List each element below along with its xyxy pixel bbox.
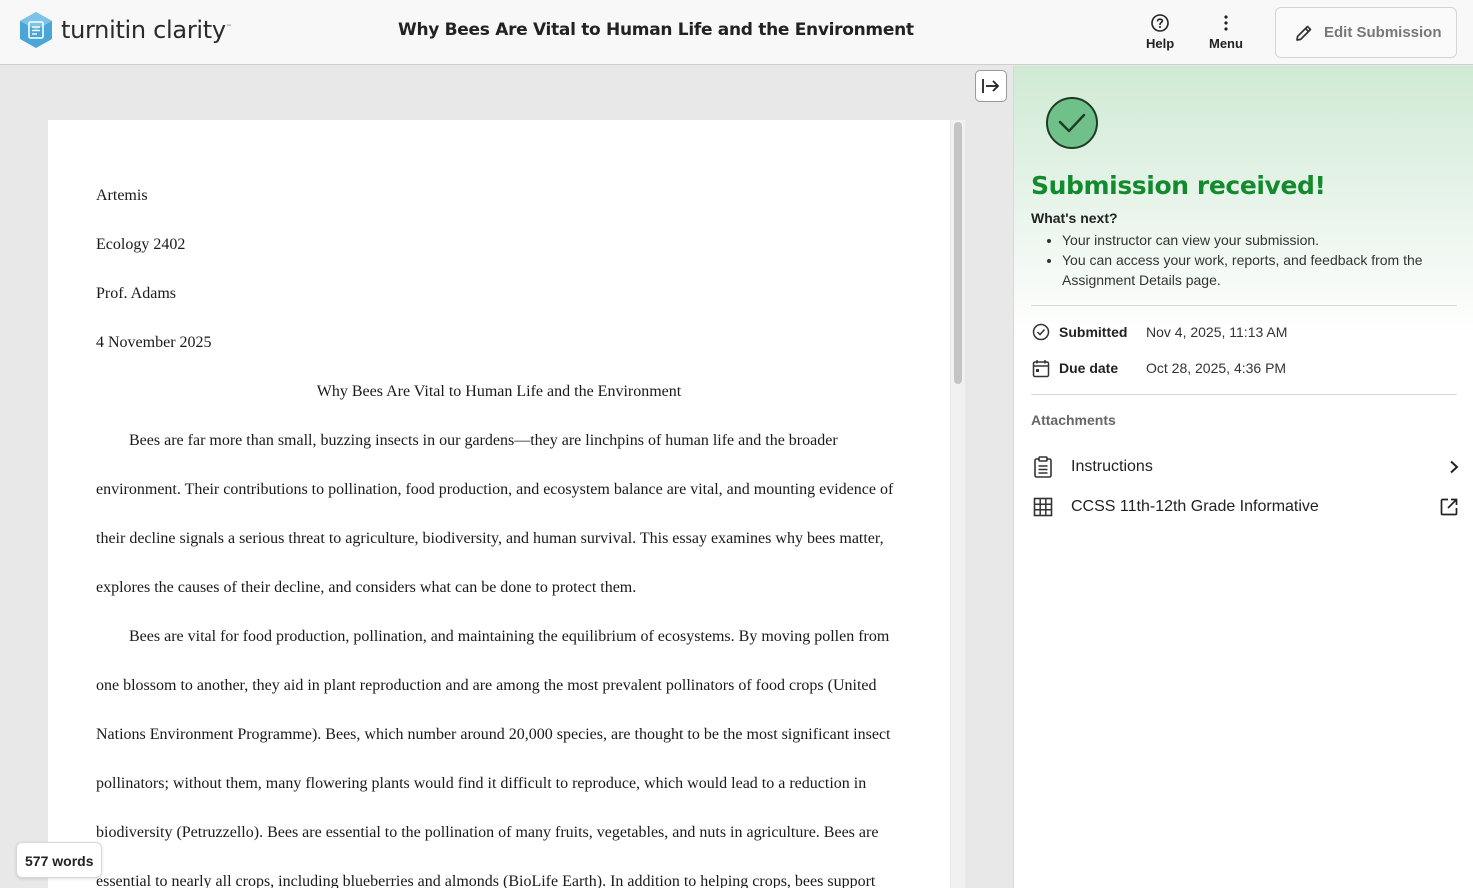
essay-paragraph: Bees are vital for food production, poll… bbox=[96, 628, 891, 888]
check-circle-icon bbox=[1046, 97, 1098, 149]
author-name: Artemis bbox=[96, 187, 148, 204]
collapse-panel-button[interactable] bbox=[975, 70, 1007, 102]
top-bar: turnitin clarity™ Why Bees Are Vital to … bbox=[0, 0, 1473, 65]
attachment-instructions[interactable]: Instructions bbox=[1031, 452, 1459, 482]
attachment-label: Instructions bbox=[1071, 458, 1153, 475]
divider bbox=[1031, 394, 1457, 395]
arrow-to-right-bar-icon bbox=[982, 79, 1000, 93]
attachment-rubric[interactable]: CCSS 11th-12th Grade Informative bbox=[1031, 492, 1459, 522]
calendar-icon bbox=[1031, 358, 1051, 378]
divider bbox=[1031, 305, 1457, 306]
help-button[interactable]: Help bbox=[1146, 12, 1174, 51]
edit-submission-button[interactable]: Edit Submission bbox=[1275, 7, 1457, 58]
due-date-label: Due date bbox=[1059, 360, 1119, 376]
more-vertical-icon bbox=[1223, 12, 1229, 34]
next-steps-list: Your instructor can view your submission… bbox=[1062, 230, 1462, 290]
grid-icon bbox=[1031, 495, 1055, 519]
submitted-value: Nov 4, 2025, 11:13 AM bbox=[1146, 324, 1288, 340]
external-link-icon[interactable] bbox=[1437, 497, 1459, 517]
list-item: Your instructor can view your submission… bbox=[1062, 230, 1462, 250]
course-name: Ecology 2402 bbox=[96, 236, 186, 253]
scrollbar-thumb[interactable] bbox=[954, 122, 962, 384]
edit-submission-label: Edit Submission bbox=[1324, 24, 1442, 41]
attachment-label: CCSS 11th-12th Grade Informative bbox=[1071, 498, 1319, 515]
attachments-heading: Attachments bbox=[1031, 412, 1116, 428]
professor-name: Prof. Adams bbox=[96, 285, 176, 302]
check-circle-small-icon bbox=[1031, 322, 1051, 342]
submission-panel: Submission received! What's next? Your i… bbox=[1013, 66, 1473, 888]
whats-next-heading: What's next? bbox=[1031, 210, 1118, 226]
logo-text: turnitin clarity™ bbox=[61, 16, 232, 44]
menu-label: Menu bbox=[1209, 36, 1243, 51]
due-date-value: Oct 28, 2025, 4:36 PM bbox=[1146, 360, 1287, 376]
help-label: Help bbox=[1146, 36, 1175, 51]
chevron-right-icon bbox=[1437, 460, 1459, 474]
document-date: 4 November 2025 bbox=[96, 334, 212, 351]
clipboard-icon bbox=[1031, 455, 1055, 479]
logo-hexagon-icon bbox=[20, 12, 52, 48]
document-scrollbar[interactable] bbox=[951, 120, 965, 888]
menu-button[interactable]: Menu bbox=[1209, 12, 1243, 51]
word-count-badge: 577 words bbox=[16, 842, 103, 878]
help-icon bbox=[1150, 12, 1170, 34]
submitted-label: Submitted bbox=[1059, 324, 1128, 340]
submission-received-title: Submission received! bbox=[1031, 171, 1326, 200]
essay-paragraph: Bees are far more than small, buzzing in… bbox=[96, 432, 894, 596]
due-date-row: Due date Oct 28, 2025, 4:36 PM bbox=[1031, 358, 1286, 378]
document-page: Artemis Ecology 2402 Prof. Adams 4 Novem… bbox=[48, 120, 950, 888]
turnitin-clarity-logo[interactable]: turnitin clarity™ bbox=[18, 11, 232, 49]
document-title: Why Bees Are Vital to Human Life and the… bbox=[398, 20, 914, 40]
submitted-row: Submitted Nov 4, 2025, 11:13 AM bbox=[1031, 322, 1287, 342]
document-viewer: Artemis Ecology 2402 Prof. Adams 4 Novem… bbox=[0, 66, 1013, 888]
pencil-icon bbox=[1296, 25, 1312, 41]
list-item: You can access your work, reports, and f… bbox=[1062, 250, 1462, 290]
